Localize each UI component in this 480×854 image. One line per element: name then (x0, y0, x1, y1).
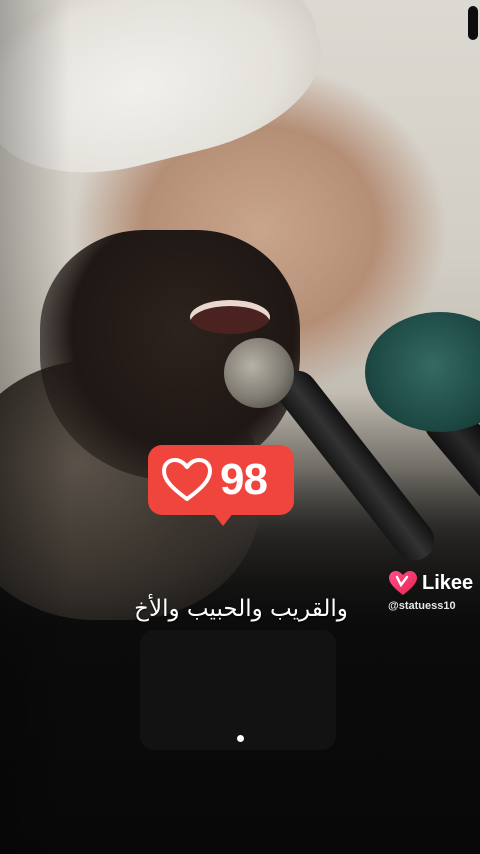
microphone-left (224, 338, 294, 408)
vignette (0, 0, 70, 854)
likee-handle: @statuess10 (388, 600, 456, 612)
microphone-right (365, 312, 480, 432)
like-count: 98 (220, 455, 268, 504)
camera-notch (468, 6, 478, 40)
like-badge-tail (212, 512, 234, 526)
like-badge[interactable]: 98 (148, 445, 294, 515)
dot-indicator (237, 735, 244, 742)
video-frame[interactable] (0, 0, 480, 854)
likee-heart-icon (389, 571, 417, 595)
dark-panel (140, 630, 336, 750)
likee-watermark: Likee @statuess10 (388, 570, 480, 620)
caption-text: والقريب والحبيب والأخ (134, 596, 348, 622)
mouth (190, 300, 270, 334)
likee-brand: Likee (422, 572, 474, 594)
heart-outline-icon (162, 458, 212, 501)
